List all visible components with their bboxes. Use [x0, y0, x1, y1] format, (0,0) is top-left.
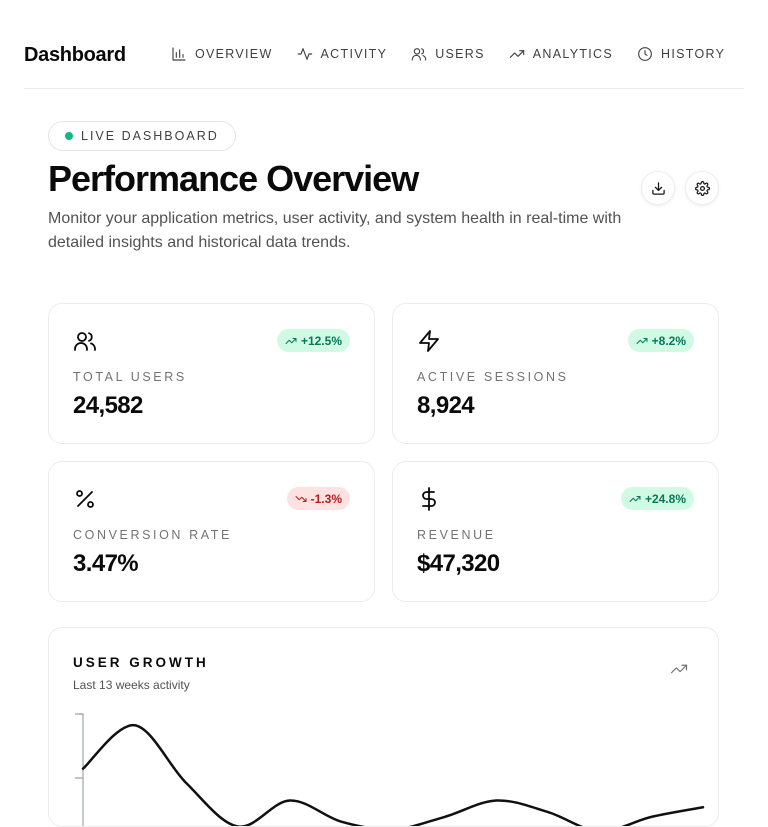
top-navbar	[24, 0, 744, 89]
change-badge: -1.3%	[286, 487, 350, 510]
trending-down-icon	[295, 495, 307, 502]
dollar-icon	[417, 487, 441, 511]
settings-icon	[694, 180, 710, 196]
stat-card-revenue[interactable]: +24.8% REVENUE $47,320	[392, 461, 719, 602]
user-growth-card: USER GROWTH Last 13 weeks activity	[48, 627, 719, 827]
stat-card-active-sessions[interactable]: +8.2% ACTIVE SESSIONS 8,924	[392, 303, 719, 444]
change-value: -1.3%	[310, 491, 342, 506]
stat-value: 3.47%	[73, 550, 139, 577]
change-value: +12.5%	[300, 333, 342, 348]
live-status-dot	[65, 132, 73, 140]
activity-icon	[297, 48, 312, 60]
stat-label: CONVERSION RATE	[73, 528, 232, 542]
zap-icon	[417, 329, 441, 353]
stat-label: TOTAL USERS	[73, 370, 187, 384]
live-dashboard-badge: LIVE DASHBOARD	[48, 121, 236, 151]
trending-up-icon	[509, 50, 525, 58]
change-badge: +12.5%	[276, 329, 350, 352]
nav-item-overview[interactable]: OVERVIEW	[171, 46, 273, 62]
live-badge-label: LIVE DASHBOARD	[81, 129, 219, 143]
nav-item-users[interactable]: USERS	[411, 46, 485, 62]
nav-item-label: HISTORY	[661, 47, 726, 61]
stat-value: $47,320	[417, 550, 500, 577]
nav-item-label: ACTIVITY	[320, 47, 388, 61]
trending-up-icon	[285, 337, 297, 344]
download-button[interactable]	[641, 171, 675, 205]
nav-item-label: OVERVIEW	[195, 47, 273, 61]
bar-chart-icon	[172, 47, 186, 61]
main-nav: OVERVIEW ACTIVITY USERS ANALYTICS HISTOR…	[147, 46, 725, 62]
page-description: Monitor your application metrics, user a…	[48, 210, 622, 251]
stat-card-total-users[interactable]: +12.5% TOTAL USERS 24,582	[48, 303, 375, 444]
nav-item-activity[interactable]: ACTIVITY	[297, 46, 388, 62]
change-value: +8.2%	[651, 333, 686, 348]
trending-up-icon	[629, 495, 641, 502]
user-growth-chart	[75, 713, 705, 826]
stat-card-conversion-rate[interactable]: -1.3% CONVERSION RATE 3.47%	[48, 461, 375, 602]
clock-icon	[638, 47, 652, 61]
download-icon	[651, 181, 665, 195]
page-title: Performance Overview	[48, 158, 419, 199]
nav-item-analytics[interactable]: ANALYTICS	[509, 46, 613, 62]
settings-button[interactable]	[685, 171, 719, 205]
change-value: +24.8%	[644, 491, 686, 506]
brand-title[interactable]: Dashboard	[24, 44, 126, 67]
users-icon	[73, 329, 97, 353]
y-axis	[79, 713, 84, 826]
change-badge: +8.2%	[627, 329, 694, 352]
stat-value: 8,924	[417, 392, 475, 419]
series-line	[81, 724, 705, 826]
percent-icon	[73, 487, 97, 511]
nav-item-label: USERS	[435, 47, 485, 61]
change-badge: +24.8%	[620, 487, 694, 510]
trending-up-icon	[636, 337, 648, 344]
stat-label: ACTIVE SESSIONS	[417, 370, 569, 384]
stat-value: 24,582	[73, 392, 143, 419]
stat-label: REVENUE	[417, 528, 496, 542]
nav-item-history[interactable]: HISTORY	[637, 46, 725, 62]
nav-item-label: ANALYTICS	[532, 47, 614, 61]
users-icon	[411, 48, 427, 61]
